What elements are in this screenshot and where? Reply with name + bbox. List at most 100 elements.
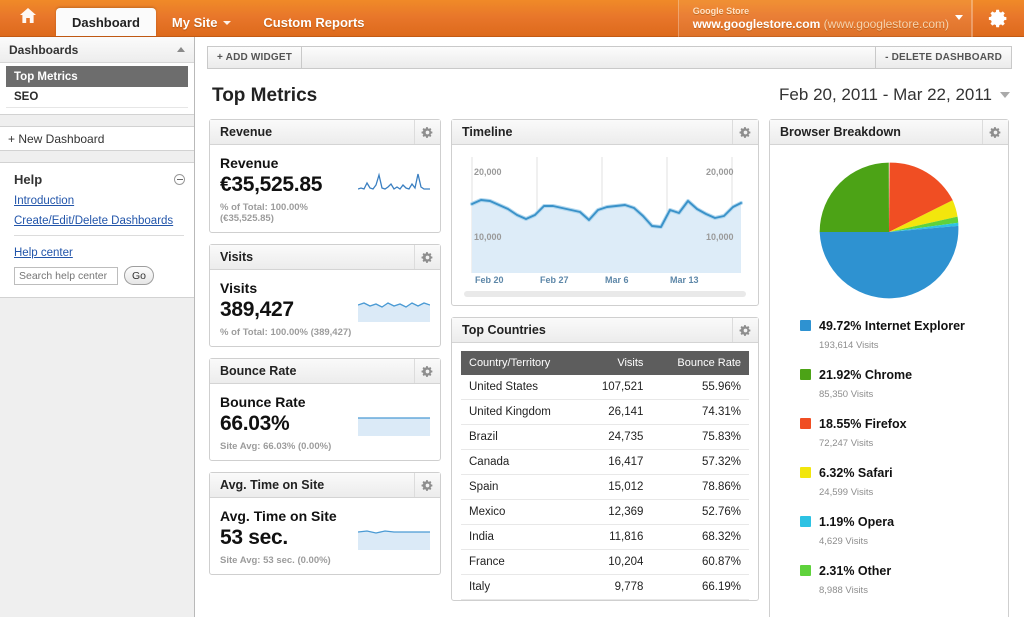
widget-avg-time-title: Avg. Time on Site [220, 478, 325, 492]
help-link-introduction[interactable]: Introduction [14, 194, 184, 209]
page-title: Top Metrics [212, 85, 318, 106]
tab-my-site-label: My Site [171, 15, 218, 30]
column-header-visits[interactable]: Visits [580, 351, 652, 375]
avg-time-value: 53 sec. [220, 526, 288, 549]
table-header-row: Country/Territory Visits Bounce Rate [461, 351, 749, 375]
main-content: + ADD WIDGET - DELETE DASHBOARD Top Metr… [195, 37, 1024, 617]
new-dashboard-button[interactable]: + New Dashboard [0, 126, 194, 151]
column-header-bounce-rate[interactable]: Bounce Rate [651, 351, 749, 375]
cell-country: France [461, 549, 581, 575]
home-button[interactable] [0, 0, 56, 36]
avg-time-subtext: Site Avg: 53 sec. (0.00%) [220, 555, 331, 566]
browser-breakdown-pie-chart[interactable] [816, 159, 962, 305]
revenue-value: €35,525.85 [220, 173, 323, 196]
help-center-link[interactable]: Help center [14, 247, 73, 259]
legend-label-firefox: 18.55% Firefox [819, 417, 907, 431]
legend-label-chrome: 21.92% Chrome [819, 368, 913, 382]
widget-revenue: Revenue Revenue €35,525.85 % of Total: 1… [209, 119, 441, 233]
widget-column-right: Browser Breakdown 49.72% Internet Explor… [769, 119, 1009, 617]
legend-item-safari[interactable]: 6.32% Safari 24,599 Visits [778, 464, 1000, 513]
widget-column-center: Timeline 20,000 20,000 10,000 10,000 Feb… [451, 119, 759, 617]
widget-avg-time-header: Avg. Time on Site [210, 473, 440, 498]
widget-grid: Revenue Revenue €35,525.85 % of Total: 1… [195, 107, 1024, 617]
delete-dashboard-label: - DELETE DASHBOARD [885, 52, 1002, 63]
gear-icon[interactable] [732, 120, 758, 144]
chevron-down-icon [1000, 92, 1010, 98]
avg-time-sparkline [357, 524, 430, 555]
legend-item-other[interactable]: 2.31% Other 8,988 Visits [778, 562, 1000, 611]
timeline-xtick-feb-20: Feb 20 [475, 275, 504, 285]
sidebar-spacer-2 [0, 151, 194, 162]
sidebar-item-top-metrics[interactable]: Top Metrics [6, 66, 188, 87]
new-dashboard-label: + New Dashboard [8, 131, 105, 146]
tab-my-site[interactable]: My Site [156, 9, 248, 36]
revenue-metric-name: Revenue [220, 155, 279, 171]
bounce-rate-subtext: Site Avg: 66.03% (0.00%) [220, 441, 332, 452]
sidebar-spacer [0, 115, 194, 126]
cell-country: Italy [461, 574, 581, 600]
legend-item-internet-explorer[interactable]: 49.72% Internet Explorer 193,614 Visits [778, 317, 1000, 366]
delete-dashboard-button[interactable]: - DELETE DASHBOARD [875, 47, 1011, 68]
column-header-country[interactable]: Country/Territory [461, 351, 581, 375]
gear-icon[interactable] [982, 120, 1008, 144]
browser-pie-wrap [778, 155, 1000, 317]
account-site: www.googlestore.com (www.googlestore.com… [693, 17, 949, 31]
tab-dashboard[interactable]: Dashboard [56, 8, 156, 36]
help-search-go-button[interactable]: Go [124, 266, 154, 285]
triangle-up-icon[interactable] [177, 47, 185, 52]
tab-custom-reports[interactable]: Custom Reports [247, 9, 380, 36]
cell-visits: 9,778 [580, 574, 652, 600]
top-countries-table-wrap: Country/Territory Visits Bounce Rate Uni… [452, 343, 758, 600]
table-row: United Kingdom 26,141 74.31% [461, 399, 749, 425]
widget-top-countries: Top Countries Country/Territory Visits B… [451, 317, 759, 601]
sidebar-item-seo[interactable]: SEO [6, 87, 188, 108]
cell-country: Mexico [461, 499, 581, 525]
widget-visits-title: Visits [220, 250, 254, 264]
help-header[interactable]: Help [0, 163, 194, 192]
gear-icon[interactable] [732, 318, 758, 342]
add-widget-button[interactable]: + ADD WIDGET [208, 47, 303, 68]
account-site-domain: www.googlestore.com [692, 17, 821, 31]
minus-circle-icon[interactable] [174, 174, 185, 185]
cell-bounce: 55.96% [651, 375, 749, 400]
date-range-selector[interactable]: Feb 20, 2011 - Mar 22, 2011 [779, 85, 1010, 107]
cell-visits: 10,204 [580, 549, 652, 575]
search-help-center-input[interactable] [14, 266, 118, 285]
widget-revenue-body: Revenue €35,525.85 % of Total: 100.00% (… [210, 145, 440, 232]
timeline-chart[interactable]: 20,000 20,000 10,000 10,000 Feb 20 Feb 2… [460, 151, 752, 286]
avg-time-metric-name: Avg. Time on Site [220, 508, 337, 524]
widget-visits-body: Visits 389,427 % of Total: 100.00% (389,… [210, 270, 440, 346]
account-name: Google Store [692, 6, 750, 16]
cell-visits: 24,735 [580, 424, 652, 450]
dashboards-header[interactable]: Dashboards [0, 37, 194, 63]
browser-breakdown-body: 49.72% Internet Explorer 193,614 Visits … [770, 145, 1008, 617]
widget-browser-breakdown-title: Browser Breakdown [780, 125, 901, 139]
gear-icon[interactable] [414, 245, 440, 269]
legend-item-opera[interactable]: 1.19% Opera 4,629 Visits [778, 513, 1000, 562]
legend-item-firefox[interactable]: 18.55% Firefox 72,247 Visits [778, 415, 1000, 464]
gear-icon[interactable] [414, 359, 440, 383]
gear-icon[interactable] [414, 120, 440, 144]
sidebar-filler [0, 298, 194, 617]
widget-timeline-title: Timeline [462, 125, 513, 139]
gear-icon[interactable] [414, 473, 440, 497]
account-selector[interactable]: Google Store www.googlestore.com (www.go… [677, 0, 972, 37]
cell-visits: 107,521 [580, 375, 652, 400]
visits-sparkline [357, 296, 431, 327]
visits-metric-name: Visits [220, 280, 258, 296]
widget-avg-time-on-site: Avg. Time on Site Avg. Time on Site 53 s… [209, 472, 441, 575]
revenue-sparkline [357, 171, 430, 202]
cell-bounce: 68.32% [651, 524, 749, 550]
revenue-subtext: % of Total: 100.00% (€35,525.85) [220, 202, 308, 224]
help-panel: Help Introduction Create/Edit/Delete Das… [0, 162, 194, 298]
timeline-ytick-10000-left: 10,000 [474, 232, 502, 242]
timeline-scrollbar[interactable] [464, 291, 746, 297]
help-link-create-edit-delete-dashboards[interactable]: Create/Edit/Delete Dashboards [14, 214, 184, 229]
legend-swatch-opera [800, 516, 811, 527]
cell-bounce: 57.32% [651, 449, 749, 475]
legend-item-chrome[interactable]: 21.92% Chrome 85,350 Visits [778, 366, 1000, 415]
table-row: France 10,204 60.87% [461, 549, 749, 575]
dashboards-panel: Dashboards Top Metrics SEO [0, 37, 194, 115]
settings-button[interactable] [972, 0, 1024, 37]
widget-browser-breakdown: Browser Breakdown 49.72% Internet Explor… [769, 119, 1009, 617]
